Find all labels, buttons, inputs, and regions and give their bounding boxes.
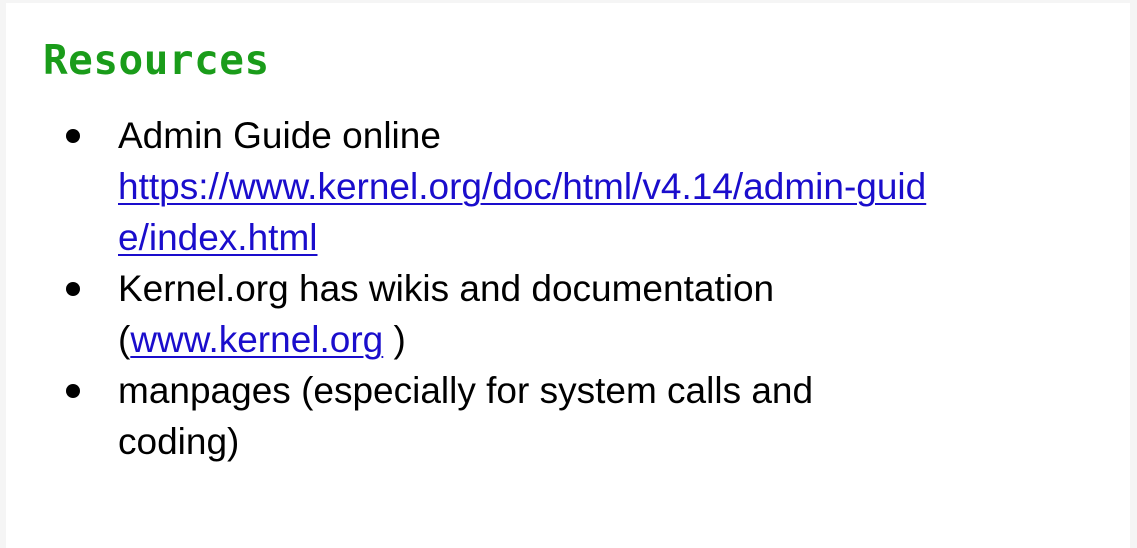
admin-guide-link-line1: https://www.kernel.org/doc/html/v4.14/ad… <box>118 166 927 207</box>
admin-guide-link-line2: e/index.html <box>118 217 318 258</box>
list-item-admin-guide: Admin Guide online https://www.kernel.or… <box>66 110 1078 263</box>
bullet-icon <box>66 282 80 296</box>
kernel-org-link-line: (www.kernel.org ) <box>118 314 1078 365</box>
manpages-text-line2: coding) <box>118 421 240 462</box>
slide: Resources Admin Guide online https://www… <box>6 3 1130 548</box>
kernel-org-text: Kernel.org has wikis and documentation <box>118 268 775 309</box>
bullet-icon <box>66 129 80 143</box>
admin-guide-link[interactable]: https://www.kernel.org/doc/html/v4.14/ad… <box>118 161 1078 263</box>
paren-close: ) <box>383 319 406 360</box>
paren-open: ( <box>118 319 131 360</box>
list-item-kernel-org: Kernel.org has wikis and documentation (… <box>66 263 1078 365</box>
resource-list: Admin Guide online https://www.kernel.or… <box>66 110 1078 467</box>
admin-guide-text: Admin Guide online <box>118 115 441 156</box>
kernel-org-link[interactable]: www.kernel.org <box>130 319 383 360</box>
slide-title: Resources <box>43 36 270 84</box>
bullet-icon <box>66 384 80 398</box>
manpages-text-line1: manpages (especially for system calls an… <box>118 370 814 411</box>
list-item-manpages: manpages (especially for system calls an… <box>66 365 1078 467</box>
